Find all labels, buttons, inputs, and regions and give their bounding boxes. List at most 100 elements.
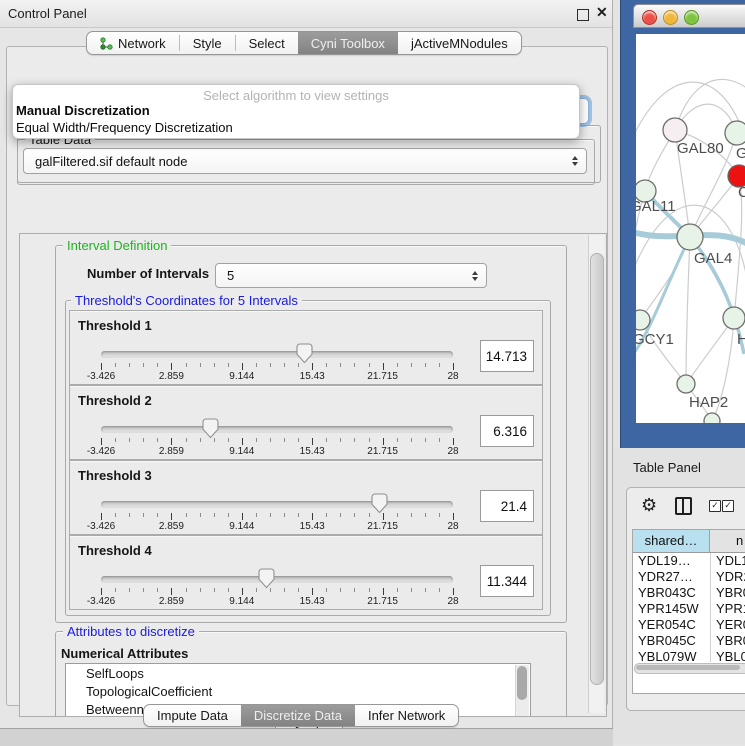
number-of-intervals-combobox[interactable]: 5 <box>215 263 487 288</box>
list-scrollbar[interactable] <box>515 665 529 717</box>
threshold-label: Threshold 4 <box>78 543 152 558</box>
table-horizontal-scrollbar-thumb[interactable] <box>636 665 740 670</box>
slider-track[interactable] <box>101 426 453 433</box>
slider-tick <box>256 438 257 442</box>
slider-tick <box>242 438 243 445</box>
slider-tick <box>383 513 384 520</box>
minimize-traffic-light-icon[interactable] <box>663 10 678 25</box>
table-horizontal-scrollbar[interactable] <box>634 663 745 674</box>
slider-track[interactable] <box>101 501 453 508</box>
checkbox-icon[interactable]: ✓ <box>709 500 721 512</box>
tab-label: jActiveMNodules <box>411 36 508 51</box>
slider-track[interactable] <box>101 351 453 358</box>
slider-thumb[interactable] <box>202 418 219 439</box>
node-hap2[interactable] <box>677 375 695 393</box>
threshold-value-field[interactable]: 21.4 <box>480 490 534 522</box>
tab-infer-network[interactable]: Infer Network <box>355 705 458 726</box>
cell-name: YPR1 <box>710 601 745 617</box>
slider-thumb[interactable] <box>296 343 313 364</box>
tab-cyni-toolbox[interactable]: Cyni Toolbox <box>298 32 398 54</box>
column-view-icon[interactable] <box>675 497 692 515</box>
zoom-traffic-light-icon[interactable] <box>684 10 699 25</box>
node-clipped-bottom[interactable] <box>704 413 720 423</box>
interval-definition-groupbox: Number of Intervals 5 Threshold's Coordi… <box>55 245 567 623</box>
popup-item-equal-width-frequency[interactable]: Equal Width/Frequency Discretization <box>16 120 572 135</box>
threshold-label: Threshold 1 <box>78 318 152 333</box>
slider-tick <box>397 513 398 517</box>
close-window-icon[interactable]: ✕ <box>596 4 608 21</box>
slider-tick <box>383 363 384 370</box>
slider-tick-label: 2.859 <box>149 371 193 382</box>
node-clipped-right[interactable] <box>723 307 745 329</box>
threshold-row-2: Threshold 2-3.4262.8599.14415.4321.71528… <box>69 385 543 460</box>
settings-scrollpane: Interval Definition Number of Intervals … <box>19 233 607 717</box>
slider-tick <box>115 588 116 592</box>
slider-tick <box>228 513 229 517</box>
column-header-name[interactable]: n <box>710 530 745 552</box>
tab-label: Impute Data <box>157 708 228 723</box>
slider-tick-label: 15.43 <box>290 371 334 382</box>
slider-tick-label: 21.715 <box>361 596 405 607</box>
slider-tick <box>312 363 313 370</box>
slider-tick <box>411 363 412 367</box>
threshold-value-field[interactable]: 11.344 <box>480 565 534 597</box>
attribute-item-topologicalcoefficient[interactable]: TopologicalCoefficient <box>66 682 530 700</box>
cell-shared-name: YPR145W <box>633 601 710 617</box>
slider-tick-label: 9.144 <box>220 521 264 532</box>
slider-tick <box>171 588 172 595</box>
checkbox-icon[interactable]: ✓ <box>722 500 734 512</box>
node-label-gal80: GAL80 <box>677 140 724 157</box>
slider-tick <box>129 513 130 517</box>
slider-tick <box>242 513 243 520</box>
tab-discretize-data[interactable]: Discretize Data <box>241 705 355 726</box>
float-window-icon[interactable] <box>577 9 589 21</box>
table-row[interactable]: YBR045CYBR0 <box>633 633 745 649</box>
table-row[interactable]: YER054CYER0 <box>633 617 745 633</box>
tab-jactivemnodules[interactable]: jActiveMNodules <box>398 32 521 54</box>
tab-select[interactable]: Select <box>236 32 298 54</box>
slider-tick-label: 21.715 <box>361 521 405 532</box>
slider-tick <box>101 438 102 445</box>
node-gal4[interactable] <box>677 224 703 250</box>
cell-shared-name: YER054C <box>633 617 710 633</box>
table-row[interactable]: YDR27…YDR2 <box>633 569 745 585</box>
popup-item-manual-discretization[interactable]: Manual Discretization <box>16 103 572 118</box>
gear-icon[interactable]: ⚙ <box>641 496 657 514</box>
threshold-coordinates-groupbox: Threshold 1-3.4262.8599.14415.4321.71528… <box>65 300 551 616</box>
slider-tick <box>101 588 102 595</box>
threshold-value-field[interactable]: 14.713 <box>480 340 534 372</box>
node-gcy1[interactable] <box>636 310 650 330</box>
node-gal80[interactable] <box>663 118 687 142</box>
slider-tick <box>129 363 130 367</box>
tab-network[interactable]: Network <box>87 32 179 54</box>
settings-scrollbar-thumb[interactable] <box>590 253 604 685</box>
slider-tick <box>284 363 285 367</box>
slider-tick <box>397 438 398 442</box>
tab-impute-data[interactable]: Impute Data <box>144 705 241 726</box>
slider-tick-label: 9.144 <box>220 371 264 382</box>
table-row[interactable]: YBR043CYBR0 <box>633 585 745 601</box>
attribute-item-selfloops[interactable]: SelfLoops <box>66 664 530 682</box>
tab-style[interactable]: Style <box>180 32 235 54</box>
slider-thumb[interactable] <box>258 568 275 589</box>
control-panel-titlebar: Control Panel ✕ <box>0 0 612 28</box>
slider-thumb[interactable] <box>371 493 388 514</box>
cell-shared-name: YBR045C <box>633 633 710 649</box>
network-canvas[interactable]: GAL80 G C GAL11 GAL4 GCY1 H HAP2 <box>636 34 745 423</box>
slider-tick <box>228 438 229 442</box>
column-header-shared-name[interactable]: shared… <box>633 530 710 552</box>
threshold-label: Threshold 3 <box>78 468 152 483</box>
slider-tick <box>171 438 172 445</box>
table-row[interactable]: YDL19…YDL1 <box>633 553 745 569</box>
table-row[interactable]: YBL079WYBL0 <box>633 649 745 662</box>
table-data-combobox[interactable]: galFiltered.sif default node <box>23 148 587 174</box>
table-row[interactable]: YPR145WYPR1 <box>633 601 745 617</box>
node-clipped-top-right[interactable] <box>725 121 745 145</box>
close-traffic-light-icon[interactable] <box>642 10 657 25</box>
settings-scrollbar[interactable] <box>588 235 604 713</box>
slider-track[interactable] <box>101 576 453 583</box>
slider-tick-label: 28 <box>431 371 475 382</box>
node-label-hap2: HAP2 <box>689 394 728 411</box>
network-window-titlebar[interactable] <box>633 4 745 28</box>
threshold-value-field[interactable]: 6.316 <box>480 415 534 447</box>
